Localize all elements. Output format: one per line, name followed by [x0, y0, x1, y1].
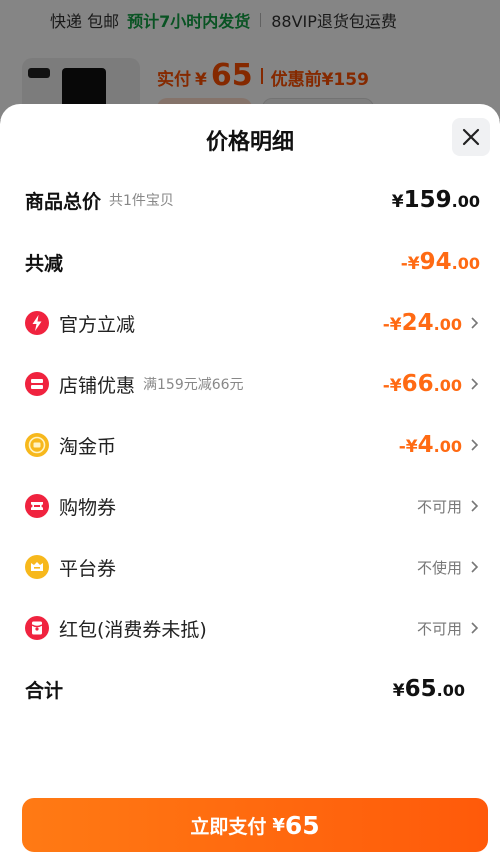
close-icon	[462, 128, 480, 146]
row-status: 不使用	[416, 558, 462, 577]
row-amount: -¥ 4.00	[399, 432, 462, 458]
amount-int: 159	[403, 187, 452, 213]
row-label: 合计	[25, 679, 64, 702]
pay-button-label: 立即支付	[190, 815, 267, 838]
amount-symbol: -¥	[382, 315, 402, 335]
row-label: 购物券	[59, 496, 117, 519]
red-packet-icon	[25, 616, 49, 640]
shopping-voucher-icon	[25, 494, 49, 518]
row-official-discount[interactable]: 官方立减 -¥ 24.00	[25, 303, 480, 343]
amount-int: 4	[417, 432, 434, 458]
amount-symbol: -¥	[398, 437, 418, 457]
row-amount: ¥65.00	[393, 676, 465, 702]
chevron-right-icon	[471, 378, 479, 390]
sheet-title: 价格明细	[205, 130, 294, 155]
amount-dec: .00	[433, 315, 462, 334]
row-status: 不可用	[416, 497, 462, 516]
chevron-right-icon	[471, 561, 479, 573]
row-sub: 共1件宝贝	[109, 193, 174, 209]
price-detail-sheet: 价格明细 商品总价 共1件宝贝 ¥159.00 共减 -¥ 94.00 官方立减…	[0, 104, 500, 855]
gold-coin-icon	[25, 433, 49, 457]
row-gold-coin[interactable]: 淘金币 -¥ 4.00	[25, 425, 480, 465]
amount-dec: .00	[451, 254, 480, 273]
amount-dec: .00	[436, 681, 465, 700]
row-amount: -¥ 94.00	[401, 249, 480, 275]
row-platform-coupon[interactable]: 平台券 不使用	[25, 547, 480, 587]
amount-int: 65	[404, 676, 437, 702]
lightning-icon	[25, 311, 49, 335]
row-status: 不可用	[416, 619, 462, 638]
pay-now-button[interactable]: 立即支付 ¥ 65	[22, 798, 488, 852]
row-grand-total: 合计 ¥65.00	[25, 669, 465, 709]
chevron-right-icon	[471, 622, 479, 634]
shop-coupon-icon	[25, 372, 49, 396]
row-shop-discount[interactable]: 店铺优惠 满159元减66元 -¥ 66.00	[25, 364, 480, 404]
row-label: 淘金币	[59, 435, 117, 458]
amount-int: 24	[401, 310, 434, 336]
amount-dec: .00	[433, 437, 462, 456]
row-label: 店铺优惠	[59, 374, 136, 397]
platform-coupon-icon	[25, 555, 49, 579]
row-label: 共减	[25, 252, 64, 275]
close-button[interactable]	[452, 118, 490, 156]
row-label: 官方立减	[59, 313, 136, 336]
row-total-price: 商品总价 共1件宝贝 ¥159.00	[25, 180, 480, 220]
row-label: 平台券	[59, 557, 117, 580]
row-label: 红包(消费券未抵)	[59, 618, 207, 641]
amount-dec: .00	[451, 192, 480, 211]
amount-symbol: -¥	[382, 376, 402, 396]
row-red-packet[interactable]: 红包(消费券未抵) 不可用	[25, 608, 480, 648]
chevron-right-icon	[471, 500, 479, 512]
amount-int: 66	[401, 371, 434, 397]
row-label: 商品总价	[25, 190, 102, 213]
row-amount: -¥ 66.00	[383, 371, 462, 397]
amount-int: 94	[419, 249, 452, 275]
amount-dec: .00	[433, 376, 462, 395]
chevron-right-icon	[471, 439, 479, 451]
row-amount: -¥ 24.00	[383, 310, 462, 336]
row-sub: 满159元减66元	[143, 377, 244, 393]
amount-symbol: ¥	[391, 192, 404, 212]
row-shopping-voucher[interactable]: 购物券 不可用	[25, 486, 480, 526]
row-total-discount: 共减 -¥ 94.00	[25, 242, 480, 282]
row-amount: ¥159.00	[392, 187, 480, 213]
amount-symbol: ¥	[392, 681, 405, 701]
pay-button-symbol: ¥	[272, 814, 285, 836]
amount-symbol: -¥	[400, 254, 420, 274]
pay-button-value: 65	[284, 810, 320, 840]
chevron-right-icon	[471, 317, 479, 329]
